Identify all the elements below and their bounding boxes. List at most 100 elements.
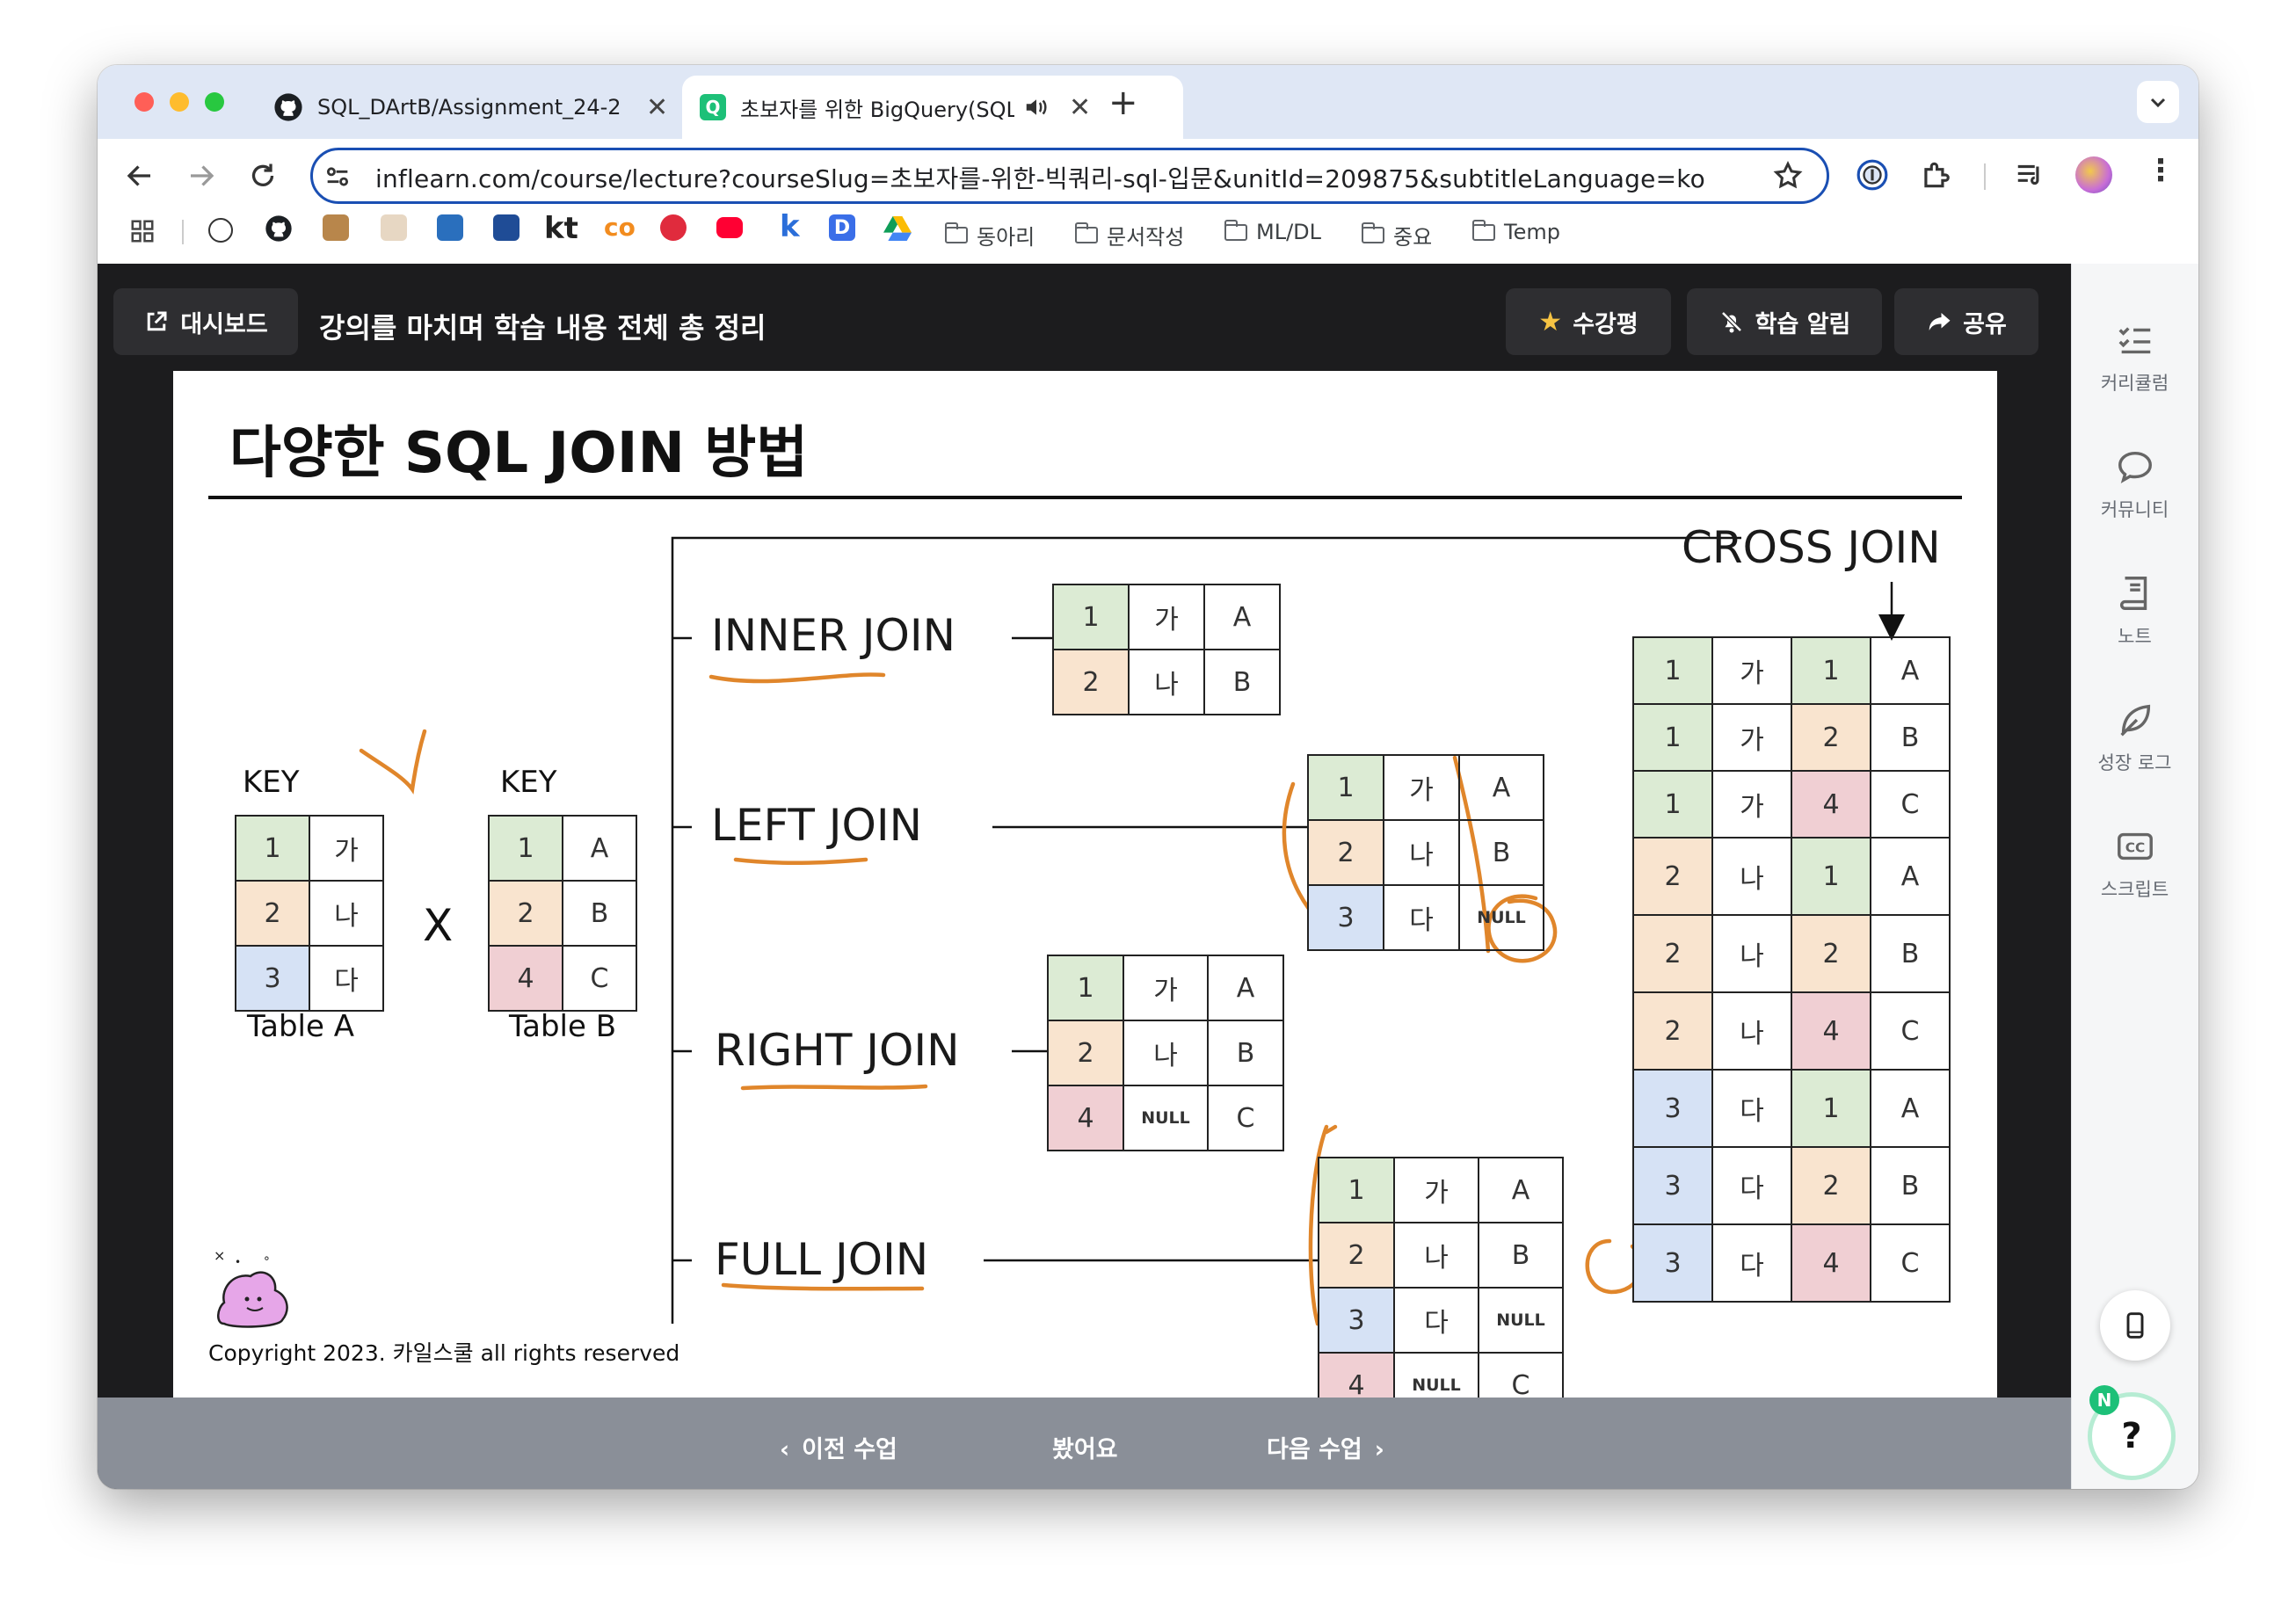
bookmark-folder[interactable]: 동아리	[944, 220, 1035, 250]
table-row: 2나B	[1307, 819, 1544, 886]
table-cell: 나	[1711, 991, 1792, 1071]
right-join-result: 1가A 2나B 4 NULL C	[1047, 955, 1284, 1151]
notebook-icon	[2119, 577, 2147, 610]
review-button[interactable]: ★ 수강평	[1506, 288, 1671, 355]
bookmark-folder[interactable]: ML/DL	[1224, 219, 1321, 244]
left-join-label: LEFT JOIN	[711, 800, 923, 851]
close-window-button[interactable]	[134, 92, 154, 112]
table-cell: B	[1870, 703, 1951, 772]
table-cell: A	[1458, 754, 1544, 821]
table-cell: NULL	[1478, 1287, 1564, 1354]
d-bookmark-icon[interactable]: D	[829, 214, 855, 241]
coursera-icon[interactable]: co	[604, 213, 636, 242]
study-notification-button[interactable]: 학습 알림	[1687, 288, 1882, 355]
maximize-window-button[interactable]	[205, 92, 224, 112]
bookmark-icon-1[interactable]	[323, 214, 349, 241]
table-cell: 1	[1632, 636, 1713, 705]
table-row: 1A	[488, 815, 637, 882]
table-row: 3다	[235, 945, 384, 1012]
k-bookmark-icon[interactable]: k	[780, 209, 800, 244]
community-label: 커뮤니티	[2100, 499, 2169, 520]
share-button[interactable]: 공유	[1894, 288, 2038, 355]
notes-button[interactable]: 노트	[2071, 573, 2198, 649]
table-cell: 2	[1791, 1146, 1871, 1225]
table-cell: 나	[1711, 914, 1792, 993]
bookmark-star-icon[interactable]	[1772, 160, 1804, 192]
new-tab-button[interactable]: +	[1108, 83, 1138, 123]
table-cell: 다	[1711, 1146, 1792, 1225]
previous-lesson-button[interactable]: ‹ 이전 수업	[780, 1430, 897, 1464]
close-tab-icon[interactable]: ✕	[646, 92, 668, 123]
google-drive-icon[interactable]	[883, 216, 912, 241]
table-row: 2나4C	[1632, 991, 1951, 1071]
profile-avatar[interactable]	[2075, 156, 2112, 193]
review-label: 수강평	[1573, 310, 1638, 338]
script-button[interactable]: CC 스크립트	[2071, 826, 2198, 902]
table-cell: 3	[1307, 884, 1384, 951]
table-row: 3다4C	[1632, 1223, 1951, 1303]
script-label: 스크립트	[2100, 879, 2169, 900]
table-cell: 3	[235, 945, 310, 1012]
growth-log-button[interactable]: 성장 로그	[2071, 700, 2198, 775]
table-cell: 나	[1123, 1020, 1209, 1086]
bookmark-folder[interactable]: 문서작성	[1074, 220, 1184, 250]
url-text[interactable]: inflearn.com/course/lecture?courseSlug=초…	[375, 160, 1705, 195]
youtube-icon[interactable]	[716, 217, 743, 238]
table-cell: 4	[1791, 770, 1871, 839]
extensions-icon[interactable]	[1919, 158, 1952, 192]
folder-icon	[1361, 222, 1384, 243]
star-icon: ★	[1538, 306, 1563, 338]
bookmark-folder[interactable]: 중요	[1361, 220, 1433, 250]
close-tab-icon[interactable]: ✕	[1069, 92, 1091, 123]
bookmarks-divider	[182, 220, 184, 244]
table-cell: A	[562, 815, 637, 882]
table-cell: 2	[1632, 914, 1713, 993]
dashboard-label: 대시보드	[180, 310, 268, 338]
table-cell: 다	[1383, 884, 1460, 951]
bookmark-icon-3[interactable]	[437, 214, 463, 241]
table-cell: 2	[1632, 837, 1713, 916]
mobile-view-button[interactable]	[2100, 1290, 2170, 1361]
closed-caption-icon: CC	[2117, 832, 2153, 860]
table-cell: 나	[1711, 837, 1792, 916]
speaker-icon[interactable]	[1023, 94, 1050, 120]
watched-button[interactable]: 봤어요	[1052, 1430, 1118, 1464]
table-cell: 1	[1318, 1157, 1395, 1223]
minimize-window-button[interactable]	[170, 92, 189, 112]
kt-icon[interactable]: kt	[544, 211, 578, 246]
browser-menu-icon[interactable]: ⋮	[2146, 153, 2176, 188]
inner-join-result: 1가A 2나B	[1052, 584, 1281, 715]
site-settings-icon[interactable]	[323, 162, 352, 192]
apps-grid-icon[interactable]	[129, 218, 156, 244]
media-control-icon[interactable]	[2014, 158, 2047, 192]
table-cell: B	[1207, 1020, 1284, 1086]
bookmark-icon-2[interactable]	[381, 214, 407, 241]
community-button[interactable]: 커뮤니티	[2071, 446, 2198, 522]
curriculum-button[interactable]: 커리큘럼	[2071, 320, 2198, 396]
bookmark-folder[interactable]: Temp	[1471, 219, 1560, 244]
table-cell: 2	[1791, 703, 1871, 772]
table-cell: B	[1870, 1146, 1951, 1225]
table-cell: 2	[488, 880, 563, 947]
dashboard-button[interactable]: 대시보드	[113, 288, 298, 355]
folder-label: 중요	[1393, 225, 1433, 250]
forward-arrow-icon[interactable]	[185, 160, 217, 192]
cau-icon[interactable]	[493, 214, 520, 241]
notify-label: 학습 알림	[1755, 310, 1851, 338]
tab-search-button[interactable]	[2137, 81, 2179, 123]
next-lesson-button[interactable]: 다음 수업 ›	[1267, 1430, 1384, 1464]
back-arrow-icon[interactable]	[124, 160, 156, 192]
github-bookmark-icon[interactable]	[265, 214, 293, 243]
full-join-result: 1가A 2나B 3 다 NULL 4 NULL C	[1318, 1157, 1564, 1419]
table-cell: C	[1870, 770, 1951, 839]
table-row: 1가4C	[1632, 770, 1951, 839]
password-manager-icon[interactable]	[1856, 158, 1889, 192]
table-cell: 가	[1711, 703, 1792, 772]
reload-icon[interactable]	[247, 160, 279, 192]
table-cell: 나	[1393, 1222, 1479, 1289]
openai-icon[interactable]	[208, 218, 233, 243]
table-cell: 1	[488, 815, 563, 882]
youtube-music-icon[interactable]	[660, 214, 687, 241]
svg-text:CC: CC	[2125, 840, 2145, 856]
table-cell: NULL	[1458, 884, 1544, 951]
